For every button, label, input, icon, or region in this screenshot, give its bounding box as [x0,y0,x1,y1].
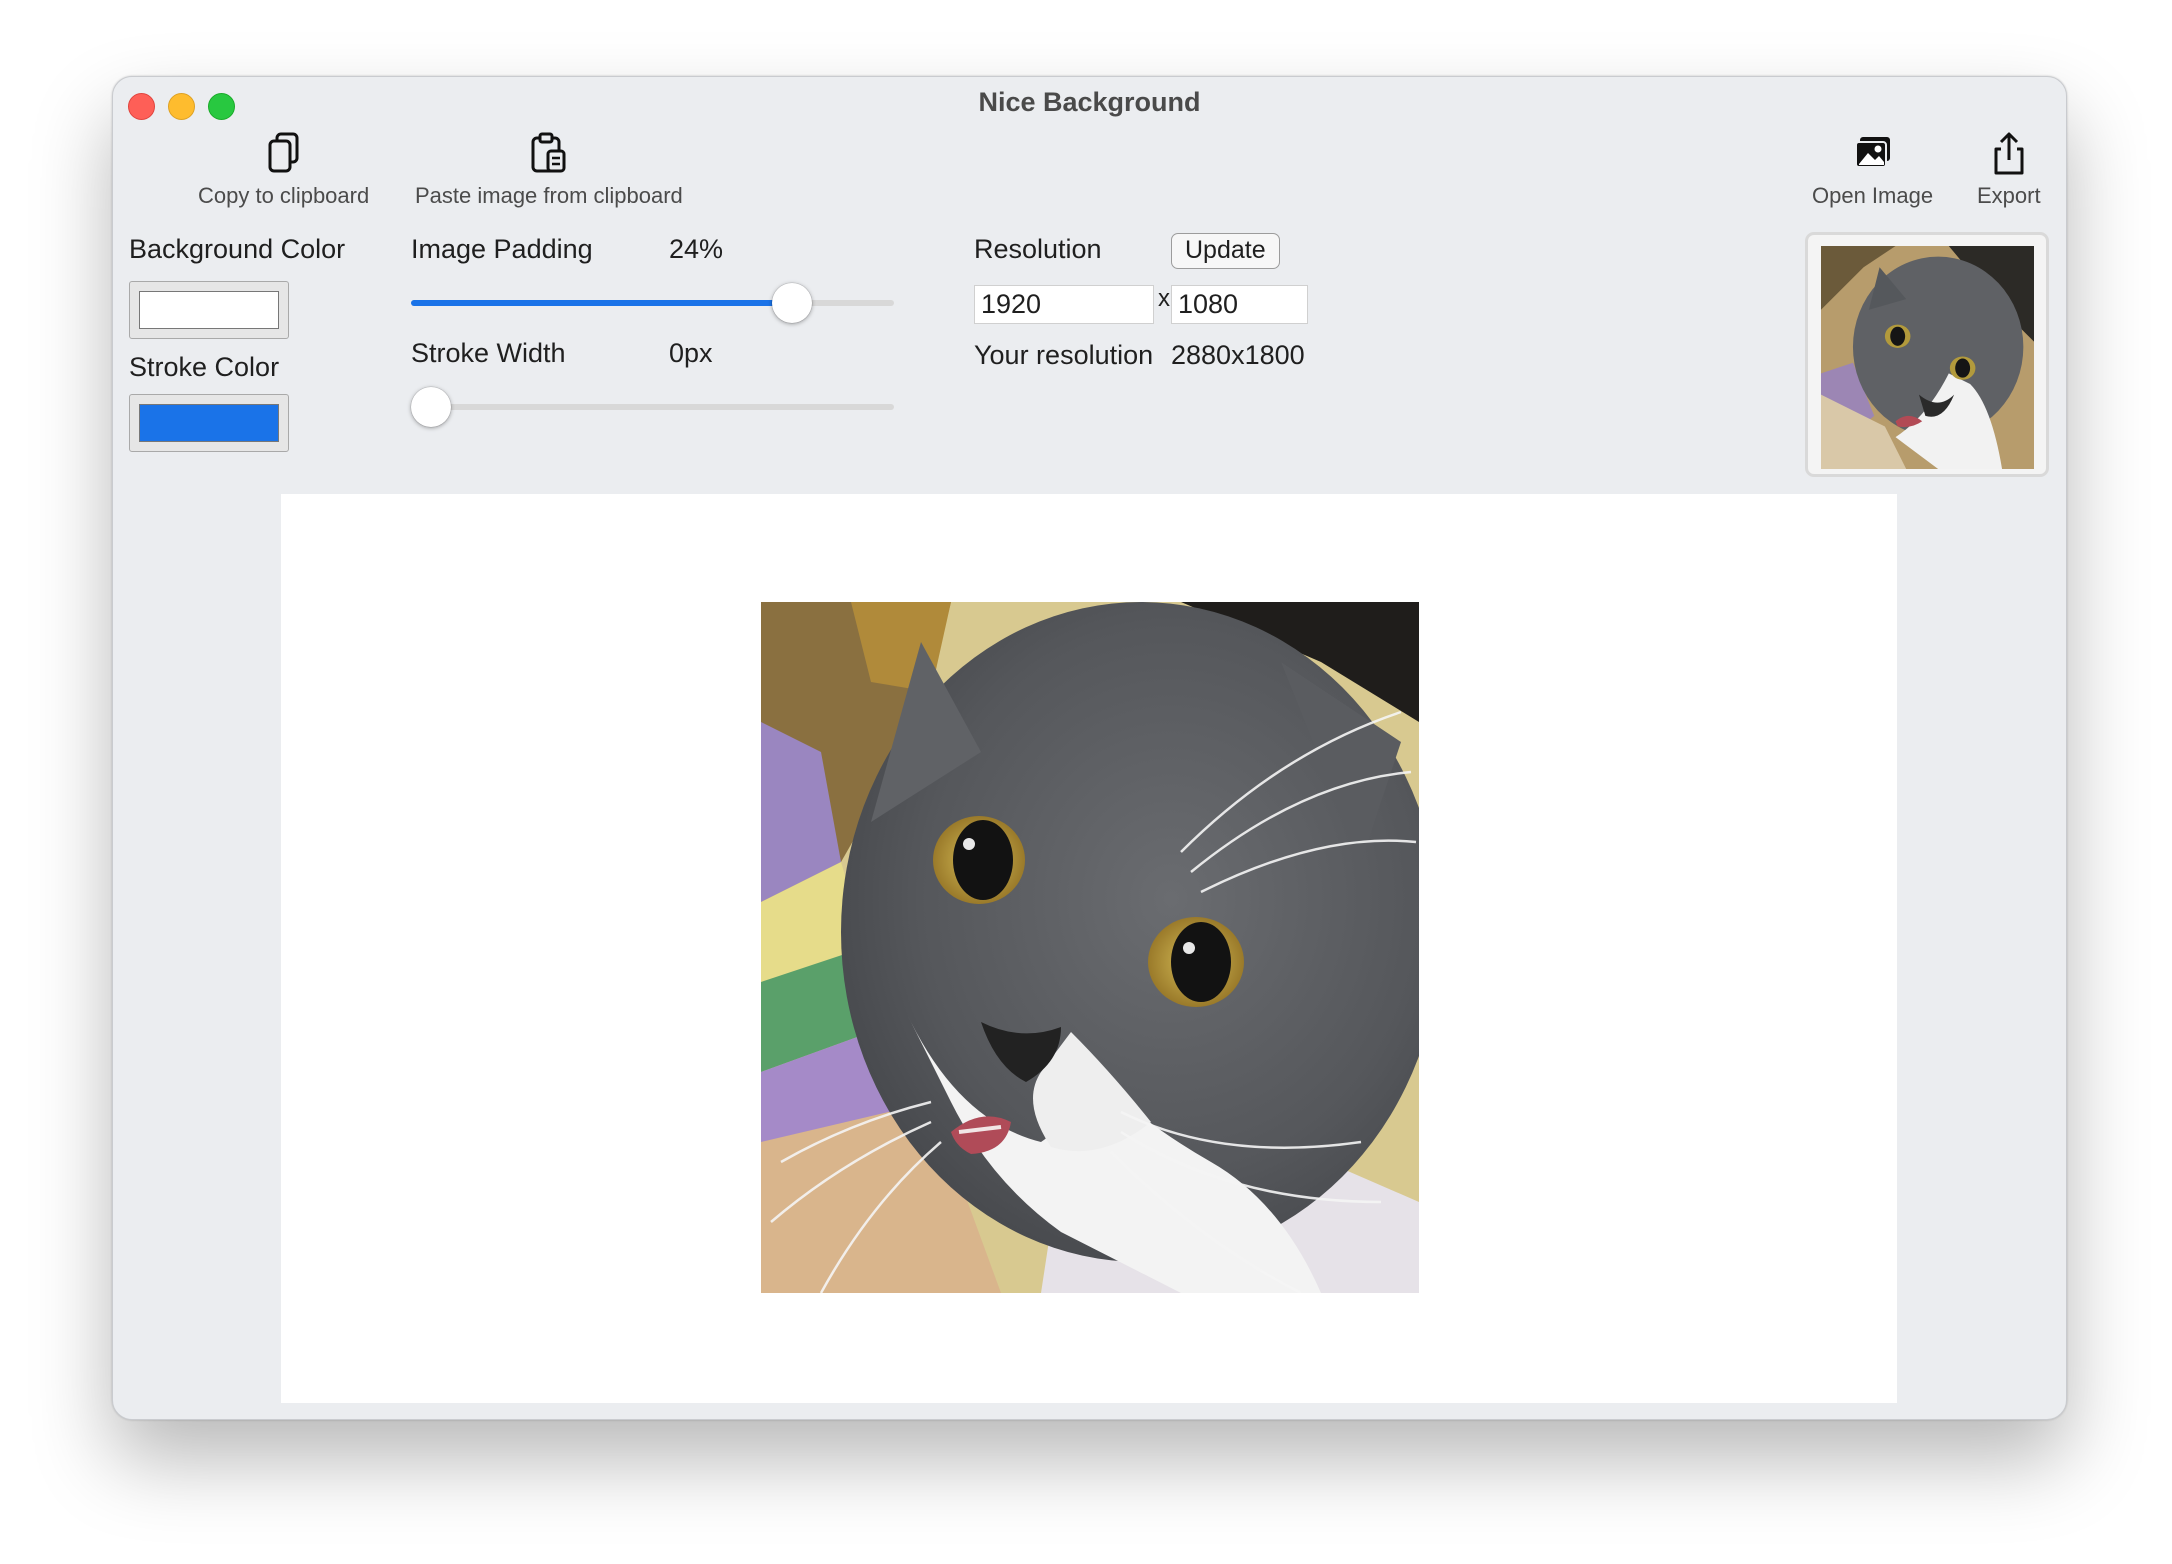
resolution-separator: x [1158,285,1170,312]
export-label: Export [1977,183,2041,208]
image-thumbnail[interactable] [1805,232,2049,477]
resolution-label: Resolution [974,234,1102,264]
photo-stack-icon [1854,137,1890,168]
stroke-width-value: 0px [669,338,713,368]
stroke-width-label: Stroke Width [411,338,566,368]
image-padding-value: 24% [669,234,724,264]
slider-track [411,404,894,410]
copy-to-clipboard-label: Copy to clipboard [198,183,370,208]
stroke-color-label: Stroke Color [129,352,280,382]
stroke-color-well[interactable] [129,394,289,452]
share-icon [1994,132,2024,175]
window-title: Nice Background [978,87,1201,117]
background-color-label: Background Color [129,234,346,264]
image-padding-label: Image Padding [411,234,593,264]
cat-preview-image [761,602,1419,1293]
open-image-button[interactable]: Open Image [1812,129,1933,209]
copy-to-clipboard-button[interactable]: Copy to clipboard [198,129,369,209]
your-resolution-value: 2880x1800 [1171,340,1305,370]
cat-thumbnail-image [1821,246,2034,469]
resolution-width-input[interactable] [974,285,1154,324]
slider-fill [411,300,805,306]
copy-icon [268,132,299,173]
stroke-width-slider[interactable] [411,387,894,427]
update-button[interactable]: Update [1171,233,1280,269]
slider-thumb[interactable] [772,283,813,323]
resolution-height-input[interactable] [1171,285,1308,324]
clipboard-paste-icon [531,132,566,173]
slider-thumb[interactable] [411,387,451,427]
paste-image-label: Paste image from clipboard [415,183,683,208]
app-window: Nice Background Copy to clipboard Paste … [112,76,2067,1420]
background-color-swatch [139,291,279,329]
background-color-well[interactable] [129,281,289,339]
stroke-color-swatch [139,404,279,442]
preview-canvas [281,494,1897,1403]
open-image-label: Open Image [1812,183,1934,208]
your-resolution-label: Your resolution [974,340,1154,370]
paste-image-button[interactable]: Paste image from clipboard [415,129,683,209]
image-padding-slider[interactable] [411,283,894,323]
export-button[interactable]: Export [1977,129,2041,209]
